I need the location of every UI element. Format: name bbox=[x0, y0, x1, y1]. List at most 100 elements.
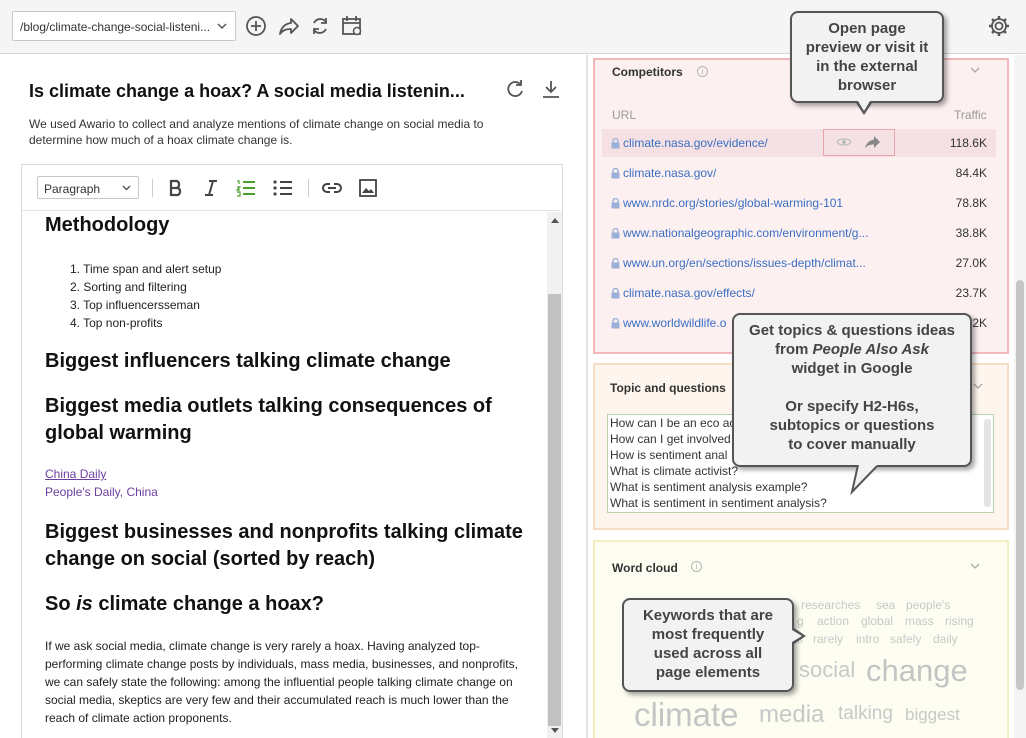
add-icon[interactable] bbox=[243, 13, 269, 39]
lock-icon bbox=[611, 318, 620, 329]
calendar-icon[interactable] bbox=[339, 13, 365, 39]
link-peoples-daily[interactable]: People's Daily, China bbox=[45, 485, 158, 499]
table-row[interactable]: www.nrdc.org/stories/global-warming-101 … bbox=[602, 189, 996, 217]
conclusion-paragraph: If we ask social media, climate change i… bbox=[45, 639, 518, 725]
word-cloud-word: intro bbox=[856, 632, 880, 646]
scroll-up-icon[interactable] bbox=[551, 218, 559, 223]
competitor-url[interactable]: climate.nasa.gov/ bbox=[623, 166, 716, 180]
lock-icon bbox=[611, 258, 620, 269]
heading-businesses: Biggest businesses and nonprofits talkin… bbox=[45, 521, 523, 570]
competitor-url[interactable]: www.worldwildlife.o bbox=[623, 316, 726, 330]
table-row[interactable]: www.un.org/en/sections/issues-depth/clim… bbox=[602, 249, 996, 277]
competitor-url[interactable]: climate.nasa.gov/effects/ bbox=[623, 286, 755, 300]
word-cloud-word: people's bbox=[906, 598, 951, 612]
lock-icon bbox=[611, 138, 620, 149]
lock-icon bbox=[611, 288, 620, 299]
heading-methodology: Methodology bbox=[45, 214, 170, 236]
callout-pointer bbox=[792, 630, 802, 642]
word-cloud-word: rarely bbox=[813, 632, 844, 646]
competitor-traffic: 84.4K bbox=[955, 166, 987, 180]
sidebar-scrollbar[interactable] bbox=[1014, 55, 1026, 738]
format-select[interactable]: Paragraph bbox=[37, 176, 139, 199]
competitor-traffic: 78.8K bbox=[955, 196, 987, 210]
list-item: 4. Top non-profits bbox=[70, 316, 163, 330]
list-item: 2. Sorting and filtering bbox=[70, 280, 187, 294]
competitor-url[interactable]: www.nrdc.org/stories/global-warming-101 bbox=[623, 196, 843, 210]
competitor-traffic: 38.8K bbox=[955, 226, 987, 240]
table-row[interactable]: climate.nasa.gov/evidence/ 118.6K bbox=[602, 129, 996, 157]
column-header-traffic: Traffic bbox=[954, 108, 987, 122]
callout-keywords: Keywords that are most frequently used a… bbox=[622, 598, 794, 692]
scroll-thumb[interactable] bbox=[548, 294, 561, 726]
toolbar-separator bbox=[152, 179, 153, 197]
ordered-list-icon[interactable] bbox=[235, 177, 257, 199]
callout-page-preview: Open page preview or visit it in the ext… bbox=[790, 11, 944, 103]
word-cloud-word: biggest bbox=[905, 705, 960, 724]
word-cloud-word: climate bbox=[634, 696, 739, 733]
chevron-down-icon[interactable] bbox=[969, 560, 981, 572]
competitor-traffic: 118.6K bbox=[949, 136, 987, 150]
topics-title: Topic and questions bbox=[610, 381, 726, 395]
chevron-down-icon bbox=[217, 23, 227, 30]
competitor-traffic: 23.7K bbox=[955, 286, 987, 300]
competitors-title: Competitors bbox=[612, 65, 683, 79]
page-description: We used Awario to collect and analyze me… bbox=[29, 117, 484, 147]
url-select[interactable]: /blog/climate-change-social-listeni... bbox=[12, 11, 236, 41]
info-icon[interactable]: i bbox=[697, 66, 708, 77]
scroll-down-icon[interactable] bbox=[551, 728, 559, 733]
competitor-url[interactable]: climate.nasa.gov/evidence/ bbox=[623, 136, 768, 150]
lock-icon bbox=[611, 168, 620, 179]
editor-content[interactable]: Methodology 1. Time span and alert setup… bbox=[22, 212, 546, 738]
link-china-daily[interactable]: China Daily bbox=[45, 467, 106, 481]
editor-scrollbar[interactable] bbox=[547, 212, 562, 738]
competitor-url[interactable]: www.un.org/en/sections/issues-depth/clim… bbox=[623, 256, 866, 270]
competitor-url[interactable]: www.nationalgeographic.com/environment/g… bbox=[623, 226, 868, 240]
row-actions bbox=[823, 129, 895, 156]
competitor-traffic: 2K bbox=[972, 316, 987, 330]
download-icon[interactable] bbox=[540, 78, 562, 100]
list-item[interactable]: What is sentiment in sentiment analysis? bbox=[608, 495, 993, 511]
table-row[interactable]: climate.nasa.gov/ 84.4K bbox=[602, 159, 996, 187]
toolbar-separator bbox=[308, 179, 309, 197]
callout-topics: Get topics & questions ideas from People… bbox=[732, 313, 972, 467]
word-cloud-word: action bbox=[817, 614, 850, 628]
italic-icon[interactable] bbox=[200, 177, 222, 199]
table-row[interactable]: www.nationalgeographic.com/environment/g… bbox=[602, 219, 996, 247]
chevron-down-icon[interactable] bbox=[969, 64, 981, 76]
link-icon[interactable] bbox=[321, 177, 343, 199]
rich-text-editor: Paragraph Methodology 1. Time span and a… bbox=[21, 164, 563, 738]
list-item[interactable]: What is sentiment analysis example? bbox=[608, 479, 993, 495]
refresh-icon[interactable] bbox=[504, 78, 526, 100]
bullet-list-icon[interactable] bbox=[272, 177, 294, 199]
table-row[interactable]: climate.nasa.gov/effects/ 23.7K bbox=[602, 279, 996, 307]
word-cloud-word: rising bbox=[945, 614, 974, 628]
image-icon[interactable] bbox=[357, 177, 379, 199]
share-icon[interactable] bbox=[276, 13, 302, 39]
share-icon[interactable] bbox=[864, 134, 882, 150]
word-cloud-word: change bbox=[866, 653, 968, 688]
column-header-url: URL bbox=[612, 108, 637, 122]
refresh-icon[interactable] bbox=[307, 13, 333, 39]
heading-influencers: Biggest influencers talking climate chan… bbox=[45, 350, 451, 372]
bold-icon[interactable] bbox=[165, 177, 187, 199]
questions-scrollbar[interactable] bbox=[984, 419, 991, 507]
word-cloud-word: media bbox=[759, 701, 825, 728]
chevron-down-icon bbox=[122, 185, 131, 191]
heading-media-outlets: Biggest media outlets talking consequenc… bbox=[45, 395, 492, 444]
gear-icon[interactable] bbox=[986, 13, 1012, 39]
wordcloud-title: Word cloud bbox=[612, 561, 678, 575]
callout-pointer bbox=[850, 465, 879, 495]
list-item: 1. Time span and alert setup bbox=[70, 262, 222, 276]
word-cloud-word: researches bbox=[801, 598, 861, 612]
scroll-thumb[interactable] bbox=[1016, 280, 1024, 690]
word-cloud-word: sea bbox=[876, 598, 896, 612]
heading-conclusion: So is climate change a hoax? bbox=[45, 593, 325, 615]
word-cloud-word: social bbox=[799, 657, 856, 682]
format-select-value: Paragraph bbox=[44, 182, 101, 196]
eye-icon[interactable] bbox=[836, 136, 852, 148]
chevron-down-icon[interactable] bbox=[972, 380, 984, 392]
lock-icon bbox=[611, 198, 620, 209]
page-title: Is climate change a hoax? A social media… bbox=[29, 81, 465, 101]
editor-toolbar: Paragraph bbox=[22, 165, 562, 211]
info-icon[interactable]: i bbox=[691, 561, 702, 572]
